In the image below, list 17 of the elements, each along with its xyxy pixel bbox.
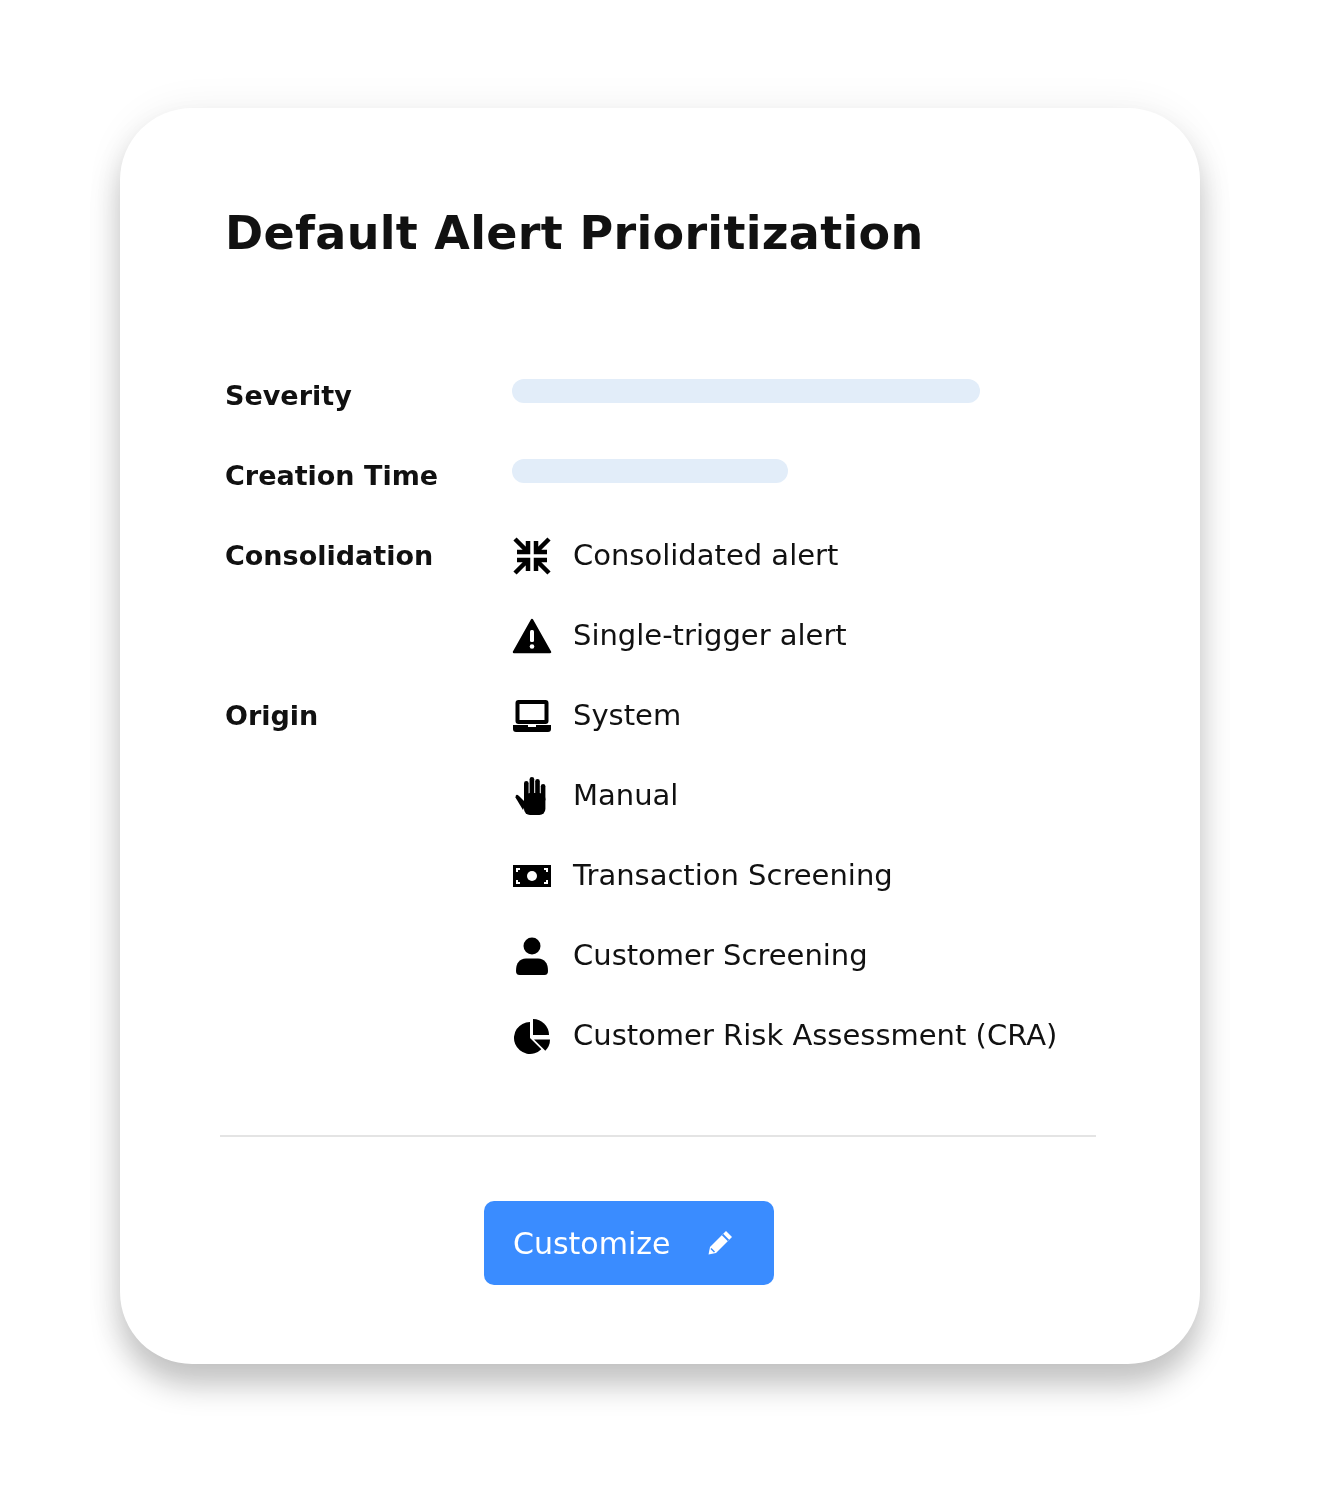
option-label: Transaction Screening <box>573 857 893 895</box>
pie-chart-icon <box>512 1016 552 1056</box>
warning-icon <box>512 616 552 656</box>
row-label: Severity <box>225 378 352 413</box>
option-label: Consolidated alert <box>573 537 839 575</box>
option-label: System <box>573 697 682 735</box>
option-label: Manual <box>573 777 679 815</box>
row-label: Origin <box>225 698 319 733</box>
option-label: Single-trigger alert <box>573 617 847 655</box>
row-label: Creation Time <box>225 458 439 493</box>
card-title: Default Alert Prioritization <box>225 205 925 262</box>
row-label: Consolidation <box>225 538 434 573</box>
option-label: Customer Screening <box>573 937 868 975</box>
option-label: Customer Risk Assessment (CRA) <box>573 1017 1058 1055</box>
pencil-icon <box>706 1229 735 1257</box>
compress-arrows-icon <box>512 536 552 576</box>
customize-button[interactable]: Customize <box>484 1201 774 1285</box>
